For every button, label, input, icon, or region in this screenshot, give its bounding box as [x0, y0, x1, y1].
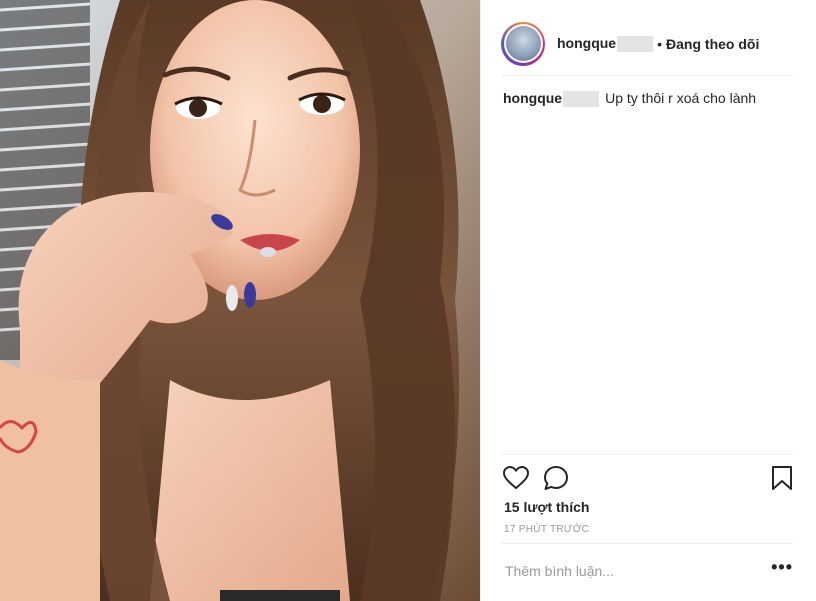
caption-text: Up ty thôi r xoá cho lành — [605, 90, 757, 106]
following-button[interactable]: Đang theo dõi — [666, 36, 759, 52]
author-username[interactable]: hongque — [557, 35, 654, 53]
comment-input[interactable] — [503, 558, 747, 584]
heart-icon[interactable] — [502, 465, 530, 495]
story-ring[interactable] — [501, 21, 545, 66]
portrait-photo — [0, 0, 480, 601]
post-photo[interactable] — [0, 0, 480, 601]
post-caption: hongque Up ty thôi r xoá cho lành — [503, 90, 757, 108]
separator-dot: • — [657, 35, 663, 52]
likes-count[interactable]: 15 lượt thích — [504, 499, 589, 515]
post-timestamp[interactable]: 17 PHÚT TRƯỚC — [504, 524, 589, 535]
action-bar — [501, 454, 793, 498]
redaction-box — [617, 36, 654, 53]
more-options-icon[interactable]: ••• — [771, 558, 793, 576]
post-side-panel: hongque • Đang theo dõi hongque Up ty thô… — [480, 0, 816, 601]
avatar[interactable] — [505, 26, 541, 61]
caption-username[interactable]: hongque — [503, 90, 600, 108]
redaction-box — [563, 91, 600, 108]
post-header: hongque • Đang theo dõi — [501, 12, 793, 76]
comment-icon[interactable] — [543, 465, 569, 496]
bookmark-icon[interactable] — [771, 465, 793, 496]
comment-bar: ••• — [501, 543, 793, 601]
instagram-post: hongque • Đang theo dõi hongque Up ty thô… — [0, 0, 816, 601]
